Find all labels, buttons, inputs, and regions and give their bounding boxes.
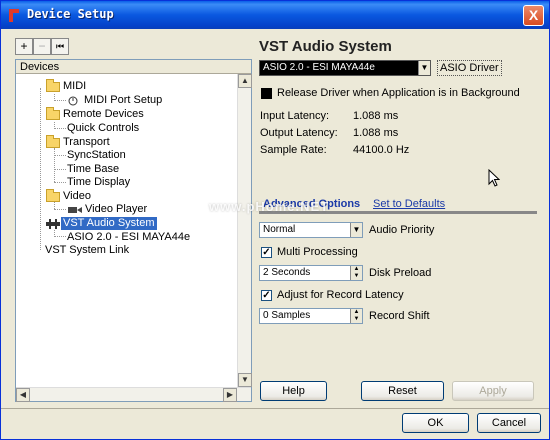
chevron-down-icon: ▼ <box>418 61 430 75</box>
cubase-logo-icon <box>9 9 19 22</box>
tree-connector <box>54 128 66 129</box>
audio-priority-select[interactable]: Normal ▼ <box>259 222 363 238</box>
tree-connector <box>54 236 66 237</box>
ok-button[interactable]: OK <box>402 413 469 433</box>
reset-button[interactable]: Reset <box>361 381 444 401</box>
devices-header: Devices <box>16 60 251 74</box>
asio-driver-value: ASIO 2.0 - ESI MAYA44e <box>263 62 375 73</box>
audio-system-icon <box>46 219 60 229</box>
mouse-cursor-icon <box>488 169 500 187</box>
set-to-defaults-link[interactable]: Set to Defaults <box>373 198 445 210</box>
output-latency-label: Output Latency: <box>260 127 338 139</box>
folder-icon <box>46 79 60 92</box>
multi-processing-label: Multi Processing <box>277 246 358 258</box>
input-latency-value: 1.088 ms <box>353 110 399 122</box>
input-latency-label: Input Latency: <box>260 110 330 122</box>
footer-divider <box>1 408 549 409</box>
release-driver-checkbox[interactable] <box>261 88 272 99</box>
folder-icon <box>46 107 60 120</box>
folder-icon <box>46 135 60 148</box>
cancel-button[interactable]: Cancel <box>477 413 541 433</box>
asio-driver-label: ASIO Driver <box>437 60 502 76</box>
tree-connector <box>54 209 66 210</box>
tree-item-time-display[interactable]: Time Display <box>67 176 130 189</box>
record-shift-label: Record Shift <box>369 310 430 322</box>
device-setup-window: Device Setup X + − ⏮ Devices MIDI MIDI P… <box>0 0 550 440</box>
tree-connector <box>54 169 66 170</box>
record-shift-spinner[interactable]: 0 Samples ▲ ▼ <box>259 308 363 324</box>
tree-item-vst-system-link[interactable]: VST System Link <box>45 244 129 257</box>
tree-item-time-base[interactable]: Time Base <box>67 163 119 176</box>
scroll-down-icon[interactable]: ▼ <box>238 373 252 387</box>
tree-vertical-scrollbar[interactable]: ▲ ▼ <box>237 74 252 387</box>
page-title: VST Audio System <box>259 38 392 55</box>
audio-priority-value: Normal <box>263 224 296 235</box>
tree-connector <box>54 182 66 183</box>
folder-icon <box>46 189 60 202</box>
tree-horizontal-scrollbar[interactable]: ◀ ▶ <box>16 387 251 402</box>
video-camera-icon <box>68 207 82 213</box>
help-button[interactable]: Help <box>260 381 327 401</box>
tree-item-syncstation[interactable]: SyncStation <box>67 149 126 162</box>
disk-preload-label: Disk Preload <box>369 267 432 279</box>
devices-panel: Devices MIDI MIDI Port Setup Remote Devi… <box>15 59 252 402</box>
asio-driver-select[interactable]: ASIO 2.0 - ESI MAYA44e ▼ <box>259 60 431 76</box>
output-latency-value: 1.088 ms <box>353 127 399 139</box>
audio-priority-label: Audio Priority <box>369 224 435 236</box>
disk-preload-value: 2 Seconds <box>263 267 311 278</box>
disk-preload-spinner[interactable]: 2 Seconds ▲ ▼ <box>259 265 363 281</box>
add-device-button[interactable]: + <box>15 38 33 55</box>
adjust-record-latency-label: Adjust for Record Latency <box>277 289 404 301</box>
title-bar[interactable]: Device Setup X <box>1 1 549 29</box>
window-title: Device Setup <box>27 7 114 21</box>
tree-connector <box>40 88 41 250</box>
scroll-right-icon[interactable]: ▶ <box>223 388 237 402</box>
sample-rate-label: Sample Rate: <box>260 144 327 156</box>
tree-connector <box>54 148 55 182</box>
watermark-text: www.pHome.NET <box>209 199 330 214</box>
tree-connector <box>54 155 66 156</box>
spinner-arrows-icon[interactable]: ▲ ▼ <box>350 266 362 280</box>
record-shift-value: 0 Samples <box>263 310 311 321</box>
tree-item-quick-controls[interactable]: Quick Controls <box>67 122 139 135</box>
reset-device-button[interactable]: ⏮ <box>51 38 69 55</box>
tree-item-asio-driver[interactable]: ASIO 2.0 - ESI MAYA44e <box>67 231 190 244</box>
close-button[interactable]: X <box>523 5 544 26</box>
spinner-arrows-icon[interactable]: ▲ ▼ <box>350 309 362 323</box>
midi-port-icon <box>68 96 78 106</box>
multi-processing-checkbox[interactable]: ✓ <box>261 247 272 258</box>
adjust-record-latency-checkbox[interactable]: ✓ <box>261 290 272 301</box>
sample-rate-value: 44100.0 Hz <box>353 144 410 156</box>
tree-connector <box>54 202 55 209</box>
scroll-left-icon[interactable]: ◀ <box>16 388 30 402</box>
chevron-down-icon: ▼ <box>350 223 362 237</box>
remove-device-button[interactable]: − <box>33 38 51 55</box>
tree-connector <box>54 100 66 101</box>
scroll-up-icon[interactable]: ▲ <box>238 74 252 88</box>
apply-button[interactable]: Apply <box>452 381 534 401</box>
release-driver-label: Release Driver when Application is in Ba… <box>277 87 520 99</box>
